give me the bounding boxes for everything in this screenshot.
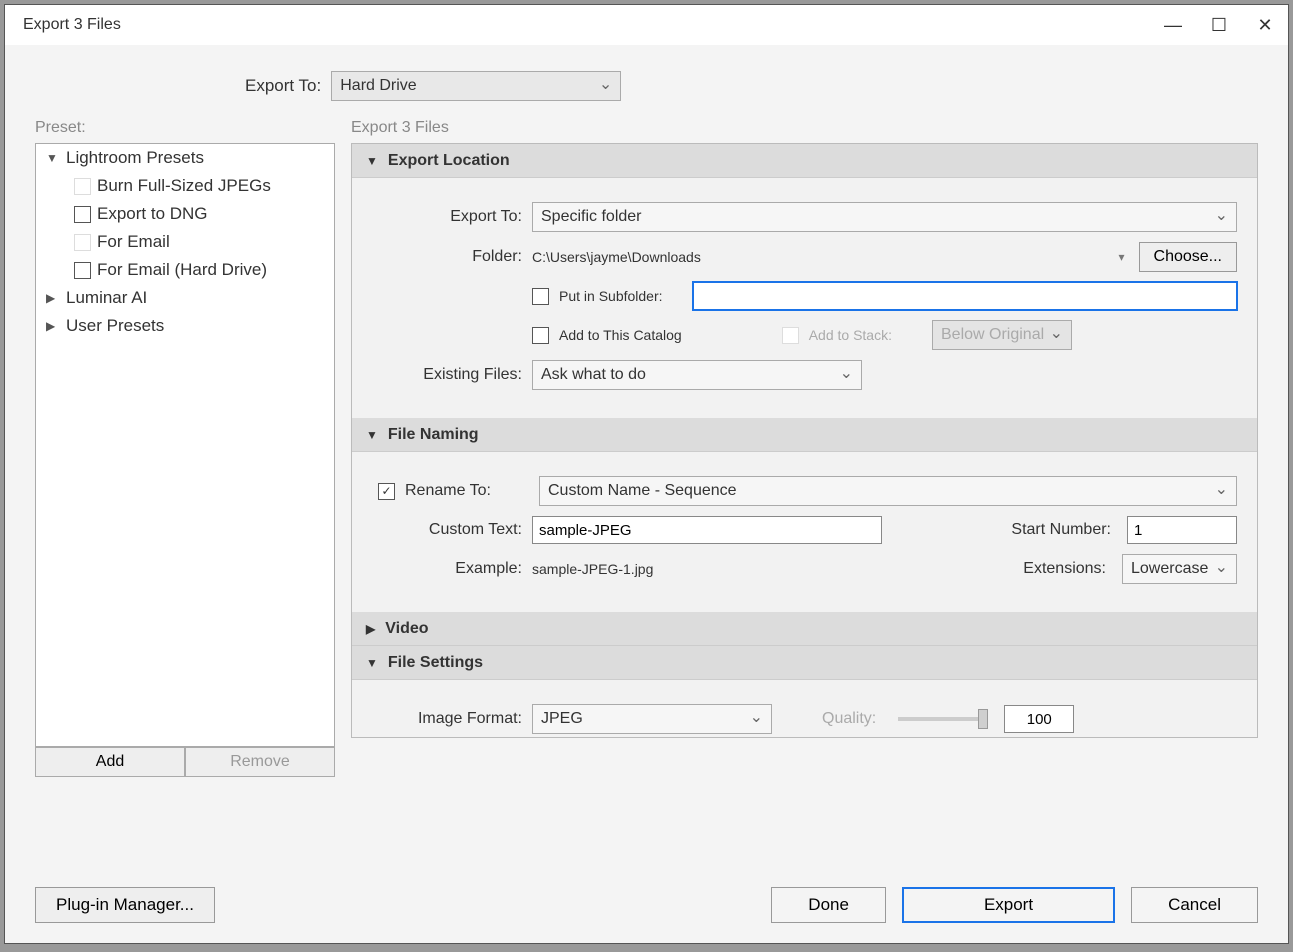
disclosure-down-icon: ▼ <box>46 151 60 165</box>
add-stack-label: Add to Stack: <box>809 327 892 343</box>
folder-chevron-icon[interactable]: ▾ <box>1115 250 1129 264</box>
extensions-label: Extensions: <box>1023 560 1106 578</box>
maximize-button[interactable]: ☐ <box>1196 9 1242 41</box>
add-preset-button[interactable]: Add <box>35 747 185 777</box>
folder-label: Folder: <box>372 248 522 266</box>
export-to-dropdown[interactable]: Hard Drive <box>331 71 621 101</box>
preset-group-lightroom[interactable]: ▼ Lightroom Presets <box>36 144 334 172</box>
preset-checkbox[interactable] <box>74 234 91 251</box>
quality-label: Quality: <box>822 710 876 728</box>
add-catalog-label: Add to This Catalog <box>559 327 682 343</box>
panel-file-settings-header[interactable]: ▼ File Settings <box>352 646 1257 680</box>
preset-checkbox[interactable] <box>74 178 91 195</box>
disclosure-right-icon: ▶ <box>366 622 375 636</box>
preset-item-dng[interactable]: Export to DNG <box>36 200 334 228</box>
right-col-label: Export 3 Files <box>351 119 1258 137</box>
example-label: Example: <box>372 560 522 578</box>
disclosure-down-icon: ▼ <box>366 656 378 670</box>
preset-group-label: Lightroom Presets <box>66 148 204 168</box>
preset-checkbox[interactable] <box>74 262 91 279</box>
add-catalog-checkbox[interactable] <box>532 327 549 344</box>
folder-path: C:\Users\jayme\Downloads <box>532 249 1105 265</box>
extensions-value: Lowercase <box>1131 560 1208 578</box>
preset-label: Preset: <box>35 119 335 137</box>
image-format-value: JPEG <box>541 710 583 728</box>
preset-item-burn[interactable]: Burn Full-Sized JPEGs <box>36 172 334 200</box>
existing-files-label: Existing Files: <box>372 366 522 384</box>
panel-file-naming-header[interactable]: ▼ File Naming <box>352 418 1257 452</box>
export-to-label: Export To: <box>245 76 321 96</box>
preset-checkbox[interactable] <box>74 206 91 223</box>
preset-group-label: User Presets <box>66 316 164 336</box>
preset-item-label: For Email <box>97 232 170 252</box>
cancel-button[interactable]: Cancel <box>1131 887 1258 923</box>
quality-slider[interactable] <box>898 717 988 721</box>
custom-text-input[interactable] <box>532 516 882 544</box>
preset-item-email-hd[interactable]: For Email (Hard Drive) <box>36 256 334 284</box>
choose-folder-button[interactable]: Choose... <box>1139 242 1237 272</box>
panel-title: File Naming <box>388 426 479 444</box>
rename-checkbox[interactable] <box>378 483 395 500</box>
preset-item-label: Burn Full-Sized JPEGs <box>97 176 271 196</box>
start-number-input[interactable] <box>1127 516 1237 544</box>
export-to-sublabel: Export To: <box>372 208 522 226</box>
rename-template-value: Custom Name - Sequence <box>548 482 737 500</box>
stack-position-dropdown: Below Original <box>932 320 1072 350</box>
image-format-dropdown[interactable]: JPEG <box>532 704 772 734</box>
export-to-folder-value: Specific folder <box>541 208 642 226</box>
panel-title: Export Location <box>388 152 510 170</box>
subfolder-input[interactable] <box>693 282 1237 310</box>
export-to-folder-dropdown[interactable]: Specific folder <box>532 202 1237 232</box>
rename-to-label: Rename To: <box>405 482 523 500</box>
rename-template-dropdown[interactable]: Custom Name - Sequence <box>539 476 1237 506</box>
stack-position-value: Below Original <box>941 326 1044 344</box>
preset-list[interactable]: ▼ Lightroom Presets Burn Full-Sized JPEG… <box>35 143 335 747</box>
window-title: Export 3 Files <box>23 16 1150 34</box>
custom-text-label: Custom Text: <box>372 521 522 539</box>
close-button[interactable]: ✕ <box>1242 9 1288 41</box>
preset-item-label: For Email (Hard Drive) <box>97 260 267 280</box>
preset-group-label: Luminar AI <box>66 288 147 308</box>
panel-export-location-header[interactable]: ▼ Export Location <box>352 144 1257 178</box>
slider-thumb[interactable] <box>978 709 988 729</box>
plugin-manager-button[interactable]: Plug-in Manager... <box>35 887 215 923</box>
existing-files-value: Ask what to do <box>541 366 646 384</box>
done-button[interactable]: Done <box>771 887 886 923</box>
start-number-label: Start Number: <box>1011 521 1111 539</box>
disclosure-right-icon: ▶ <box>46 291 60 305</box>
add-stack-checkbox <box>782 327 799 344</box>
disclosure-down-icon: ▼ <box>366 154 378 168</box>
put-subfolder-checkbox[interactable] <box>532 288 549 305</box>
settings-panels[interactable]: ▼ Export Location Export To: Specific fo… <box>351 143 1258 738</box>
disclosure-down-icon: ▼ <box>366 428 378 442</box>
quality-input[interactable] <box>1004 705 1074 733</box>
minimize-button[interactable]: — <box>1150 9 1196 41</box>
preset-group-luminar[interactable]: ▶ Luminar AI <box>36 284 334 312</box>
export-to-value: Hard Drive <box>340 77 416 95</box>
extensions-dropdown[interactable]: Lowercase <box>1122 554 1237 584</box>
panel-title: Video <box>385 620 428 638</box>
put-subfolder-label: Put in Subfolder: <box>559 288 663 304</box>
panel-title: File Settings <box>388 654 483 672</box>
preset-group-user[interactable]: ▶ User Presets <box>36 312 334 340</box>
preset-item-email[interactable]: For Email <box>36 228 334 256</box>
image-format-label: Image Format: <box>372 710 522 728</box>
panel-video-header[interactable]: ▶ Video <box>352 612 1257 646</box>
preset-item-label: Export to DNG <box>97 204 208 224</box>
existing-files-dropdown[interactable]: Ask what to do <box>532 360 862 390</box>
example-value: sample-JPEG-1.jpg <box>532 561 653 577</box>
disclosure-right-icon: ▶ <box>46 319 60 333</box>
export-button[interactable]: Export <box>902 887 1115 923</box>
remove-preset-button[interactable]: Remove <box>185 747 335 777</box>
